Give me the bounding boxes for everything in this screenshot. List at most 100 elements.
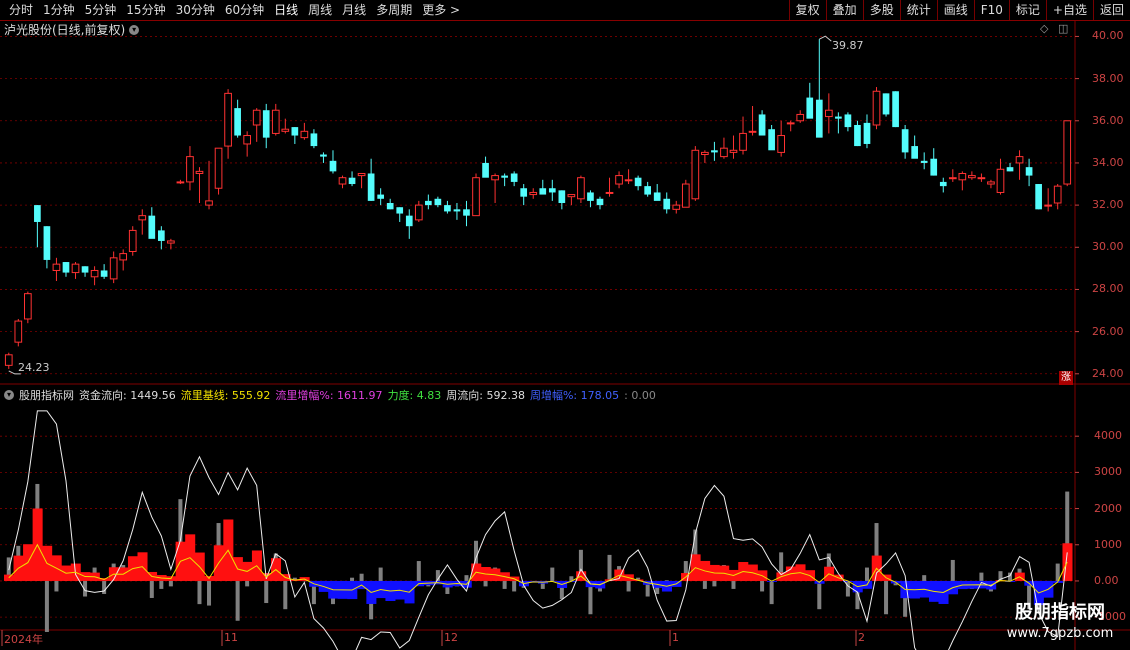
- volume-spike: [502, 580, 507, 589]
- indicator-legend: ▾ 股朋指标网 资金流向: 1449.56 流里基线: 555.92 流里增幅%: …: [4, 387, 656, 403]
- volume-spike: [245, 580, 250, 587]
- volume-spike: [207, 580, 212, 606]
- candle-body: [844, 114, 852, 128]
- candle-body: [90, 269, 99, 278]
- candle-body: [930, 158, 938, 176]
- candle-body: [271, 109, 280, 134]
- candle-body: [453, 209, 461, 212]
- volume-spike: [950, 559, 955, 581]
- candle-body: [987, 181, 995, 185]
- volume-spike: [884, 580, 889, 615]
- candle-body: [701, 151, 709, 156]
- x-tick-label: 1: [672, 631, 679, 644]
- candle-body: [1053, 185, 1062, 204]
- y-tick-label: 3000: [1094, 465, 1122, 479]
- candle-body: [901, 129, 909, 153]
- volume-spike: [664, 580, 669, 581]
- candle-body: [367, 173, 375, 201]
- volume-spike: [550, 567, 555, 581]
- volume-spike: [159, 580, 164, 589]
- volume-spike: [378, 567, 383, 581]
- indicator-name[interactable]: 股朋指标网: [19, 387, 74, 403]
- y-tick-label: 2000: [1094, 501, 1122, 515]
- candle-body: [300, 130, 309, 139]
- candle-body: [1044, 204, 1052, 207]
- candle-body: [768, 129, 775, 151]
- candle-body: [558, 190, 566, 203]
- candle-body: [958, 172, 967, 181]
- candle-body: [34, 205, 41, 222]
- candle-body: [691, 149, 700, 200]
- y-tick-label: 28.00: [1092, 282, 1124, 296]
- candle-body: [520, 188, 528, 197]
- limit-up-badge[interactable]: 涨: [1059, 371, 1073, 385]
- candle-body: [758, 114, 766, 136]
- candle-body: [681, 183, 690, 208]
- candle-body: [338, 177, 347, 185]
- volume-spike: [44, 580, 49, 632]
- volume-spike: [235, 580, 240, 621]
- candle-body: [1006, 167, 1014, 172]
- candle-body: [739, 132, 747, 151]
- y-tick-label: 30.00: [1092, 240, 1124, 254]
- volume-spike: [702, 580, 707, 589]
- candle-body: [167, 240, 175, 244]
- candle-body: [444, 205, 451, 212]
- volume-spike: [760, 580, 765, 592]
- indicator-value: 周增幅%: 178.05: [529, 389, 620, 402]
- volume-spike: [712, 580, 717, 587]
- candle-body: [948, 177, 957, 180]
- x-tick-label: 12: [444, 631, 458, 644]
- candle-body: [596, 198, 604, 206]
- candle-body: [653, 192, 661, 201]
- candle-body: [711, 150, 718, 153]
- volume-spike: [197, 580, 202, 605]
- candle-body: [386, 203, 394, 210]
- indicator-value: 流里基线: 555.92: [180, 389, 271, 402]
- indicator-value: 力度: 4.83: [387, 389, 442, 402]
- max-marker: [819, 35, 832, 42]
- flow-bar: [1062, 543, 1073, 581]
- candle-body: [720, 147, 728, 158]
- volume-spike: [283, 580, 288, 610]
- candle-body: [176, 181, 185, 184]
- candle-body: [624, 179, 633, 182]
- candle-body: [863, 122, 871, 144]
- candle-body: [414, 204, 423, 221]
- candle-body: [806, 97, 814, 119]
- watermark: 股朋指标网 www.7gpzb.com: [990, 600, 1130, 650]
- y-tick-label: 34.00: [1092, 155, 1124, 169]
- candle-body: [463, 209, 470, 216]
- volume-spike: [922, 575, 927, 581]
- candle-body: [786, 122, 795, 125]
- volume-spike: [864, 567, 869, 581]
- volume-spike: [626, 580, 631, 592]
- y-tick-label: 4000: [1094, 429, 1122, 443]
- candle-body: [872, 90, 881, 126]
- candle-body: [777, 135, 785, 153]
- candle-body: [81, 266, 89, 273]
- watermark-url: www.7gpzb.com: [1006, 626, 1114, 641]
- candle-body: [1063, 120, 1072, 185]
- volume-spike: [416, 561, 421, 581]
- white-flow-line: [8, 410, 1068, 650]
- candle-body: [214, 147, 223, 189]
- volume-spike: [54, 580, 59, 592]
- candle-body: [1015, 156, 1024, 164]
- candle-body: [234, 108, 241, 136]
- volume-spike: [731, 580, 736, 589]
- volume-spike: [149, 580, 154, 598]
- candle-body: [100, 270, 108, 277]
- chart-canvas: [0, 21, 1130, 650]
- candle-body: [825, 109, 833, 118]
- candle-body: [996, 168, 1005, 193]
- candle-body: [510, 173, 518, 182]
- candle-body: [329, 160, 337, 172]
- candle-body: [501, 175, 508, 178]
- candle-body: [71, 263, 80, 274]
- x-tick-label: 11: [224, 631, 238, 644]
- volume-spike: [769, 580, 774, 605]
- chevron-down-icon[interactable]: ▾: [4, 390, 14, 400]
- candle-body: [357, 172, 366, 177]
- candle-body: [405, 215, 413, 227]
